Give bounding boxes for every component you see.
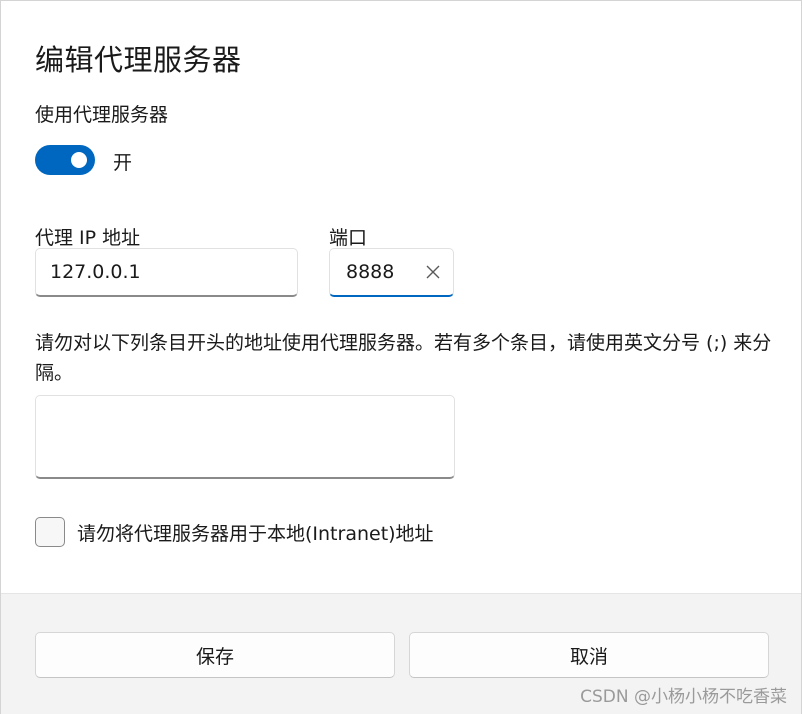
close-icon[interactable] xyxy=(423,262,443,282)
cancel-button[interactable]: 取消 xyxy=(409,632,769,678)
edit-proxy-dialog: 编辑代理服务器 使用代理服务器 开 代理 IP 地址 127.0.0.1 端口 … xyxy=(0,0,802,714)
port-value: 8888 xyxy=(346,261,395,283)
local-bypass-checkbox[interactable] xyxy=(35,517,65,547)
use-proxy-toggle[interactable] xyxy=(35,145,95,175)
toggle-state-label: 开 xyxy=(113,152,133,174)
exceptions-input[interactable] xyxy=(35,395,455,479)
proxy-ip-value: 127.0.0.1 xyxy=(50,261,141,283)
dialog-title: 编辑代理服务器 xyxy=(35,43,242,77)
port-label: 端口 xyxy=(329,227,368,249)
dialog-footer: 保存 取消 CSDN @小杨小杨不吃香菜 xyxy=(1,593,801,714)
exceptions-description: 请勿对以下列条目开头的地址使用代理服务器。若有多个条目，请使用英文分号 (;) … xyxy=(35,332,772,384)
proxy-ip-input[interactable]: 127.0.0.1 xyxy=(35,248,298,297)
proxy-ip-label: 代理 IP 地址 xyxy=(35,227,141,249)
toggle-knob xyxy=(71,152,87,168)
local-bypass-label[interactable]: 请勿将代理服务器用于本地(Intranet)地址 xyxy=(77,519,434,546)
port-input[interactable]: 8888 xyxy=(329,248,454,297)
save-button[interactable]: 保存 xyxy=(35,632,395,678)
use-proxy-label: 使用代理服务器 xyxy=(35,104,169,126)
watermark: CSDN @小杨小杨不吃香菜 xyxy=(580,687,787,707)
